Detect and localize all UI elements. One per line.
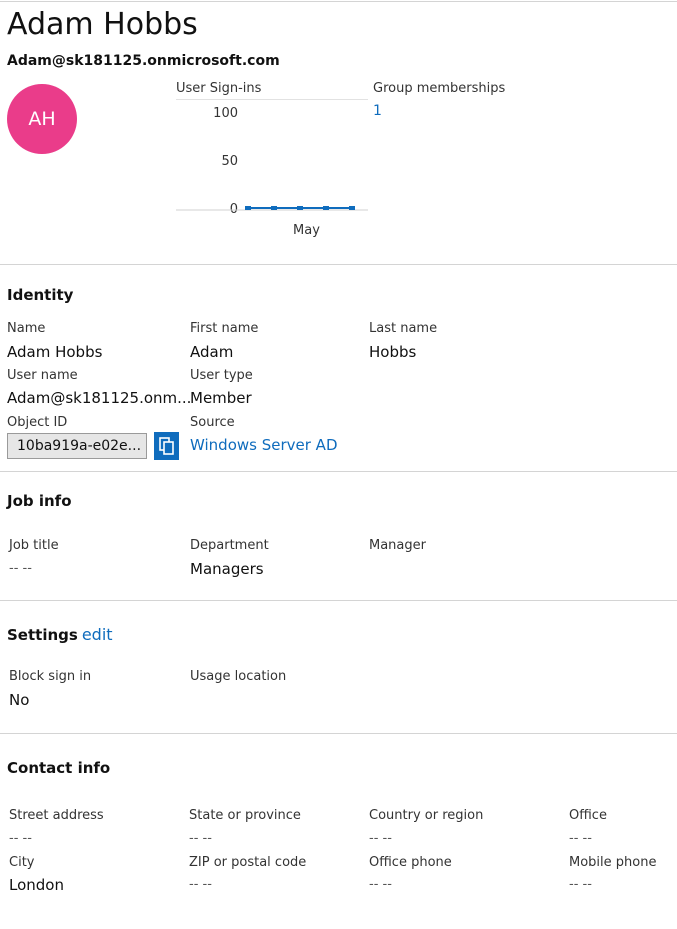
mobile-phone-value: -- --: [569, 877, 592, 892]
settings-edit-link[interactable]: edit: [82, 625, 113, 644]
first-name-value: Adam: [190, 343, 234, 361]
name-value: Adam Hobbs: [7, 343, 103, 361]
chart-data-point: [349, 206, 355, 210]
avatar: AH: [7, 84, 77, 154]
block-sign-in-label: Block sign in: [9, 669, 92, 684]
chart-y-tick-label: 50: [221, 154, 238, 169]
user-name-label: User name: [7, 368, 78, 383]
last-name-value: Hobbs: [369, 343, 417, 361]
section-divider: [0, 600, 677, 601]
office-phone-label: Office phone: [369, 855, 452, 870]
city-label: City: [9, 855, 35, 870]
source-link[interactable]: Windows Server AD: [190, 436, 338, 454]
identity-heading: Identity: [7, 286, 74, 304]
street-address-label: Street address: [9, 808, 104, 823]
signins-tile-label: User Sign-ins: [176, 81, 262, 96]
job-info-heading: Job info: [7, 492, 72, 510]
country-value: -- --: [369, 831, 392, 846]
first-name-label: First name: [190, 321, 259, 336]
zip-label: ZIP or postal code: [189, 855, 307, 870]
department-value: Managers: [190, 560, 264, 578]
office-phone-value: -- --: [369, 877, 392, 892]
name-label: Name: [7, 321, 46, 336]
last-name-label: Last name: [369, 321, 438, 336]
object-id-field[interactable]: 10ba919a-e02e...: [7, 433, 147, 459]
copy-icon: [159, 437, 174, 455]
office-value: -- --: [569, 831, 592, 846]
usage-location-label: Usage location: [190, 669, 287, 684]
chart-y-tick-label: 100: [213, 106, 238, 121]
zip-value: -- --: [189, 877, 212, 892]
section-divider: [0, 264, 677, 265]
section-divider: [0, 471, 677, 472]
copy-object-id-button[interactable]: [154, 432, 179, 460]
mobile-phone-label: Mobile phone: [569, 855, 657, 870]
street-address-value: -- --: [9, 831, 32, 846]
country-label: Country or region: [369, 808, 484, 823]
job-title-value: -- --: [9, 561, 32, 576]
user-email: Adam@sk181125.onmicrosoft.com: [7, 53, 280, 69]
state-value: -- --: [189, 831, 212, 846]
department-label: Department: [190, 538, 269, 553]
section-divider: [0, 733, 677, 734]
settings-heading-text: Settings: [7, 626, 78, 644]
state-label: State or province: [189, 808, 301, 823]
chart-data-point: [245, 206, 251, 210]
user-type-value: Member: [190, 389, 252, 407]
group-memberships-count-link[interactable]: 1: [373, 103, 382, 119]
user-name-value: Adam@sk181125.onm...: [7, 389, 192, 407]
source-label: Source: [190, 415, 235, 430]
block-sign-in-value: No: [9, 691, 30, 709]
chart-data-point: [297, 206, 303, 210]
chart-x-tick-label: May: [293, 223, 320, 238]
page-title: Adam Hobbs: [7, 7, 198, 42]
city-value: London: [9, 876, 64, 894]
signins-chart[interactable]: 100500 May: [176, 100, 376, 240]
groups-tile-label: Group memberships: [373, 81, 506, 96]
chart-data-point: [271, 206, 277, 210]
office-label: Office: [569, 808, 607, 823]
manager-label: Manager: [369, 538, 426, 553]
chart-data-point: [323, 206, 329, 210]
object-id-label: Object ID: [7, 415, 68, 430]
top-divider: [0, 1, 677, 2]
user-type-label: User type: [190, 368, 253, 383]
job-title-label: Job title: [9, 538, 59, 553]
settings-heading: Settings edit: [7, 625, 113, 644]
contact-info-heading: Contact info: [7, 759, 111, 777]
